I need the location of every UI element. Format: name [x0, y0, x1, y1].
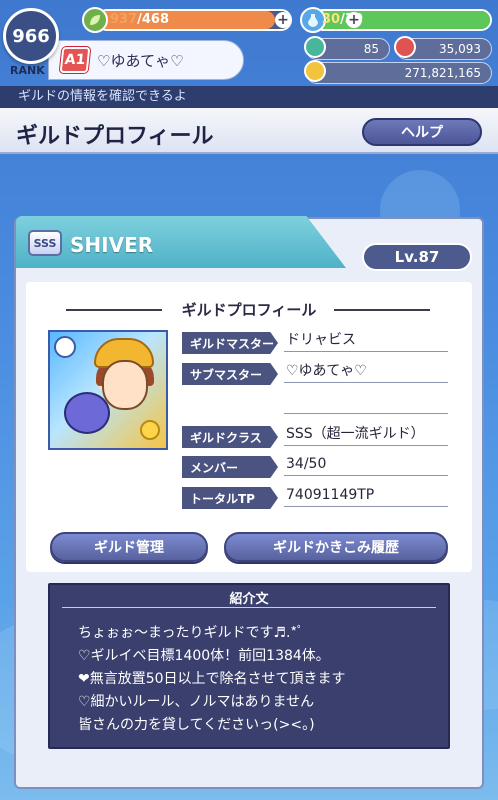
intro-line: 皆さんの力を貸してくださいっ(><。) — [78, 717, 315, 733]
guild-master-label: ギルドマスター — [182, 332, 278, 354]
intro-divider — [62, 607, 436, 608]
gem-icon — [304, 36, 326, 58]
intro-line: ちょぉぉ〜まったりギルドです♬.*ﾟ — [78, 625, 304, 641]
status-bar: A1 ♡ゆあてゃ♡ 966 RANK 937/468 + 30/30 + 85 … — [0, 0, 498, 86]
sub-master-label: サブマスター — [182, 363, 278, 385]
members-value: 34/50 — [284, 454, 448, 476]
intro-title: 紹介文 — [229, 592, 269, 607]
coin-count: 271,821,165 — [404, 66, 481, 80]
total-tp-value: 74091149TP — [284, 485, 448, 507]
notice-bar: ギルドの情報を確認できるよ — [0, 86, 498, 108]
player-name: ♡ゆあてゃ♡ — [97, 51, 184, 70]
intro-line: ♡ギルイベ目標1400体！前回1384体。 — [78, 648, 330, 664]
guild-avatar — [48, 330, 168, 450]
help-button[interactable]: ヘルプ — [362, 118, 482, 146]
guild-name: SHIVER — [70, 233, 154, 257]
guild-name-tab — [16, 216, 346, 268]
puyo-icon — [64, 392, 110, 434]
total-tp-label: トータルTP — [182, 487, 278, 509]
guild-class-badge: SSS — [28, 230, 62, 256]
rank-class-badge: A1 — [59, 47, 91, 73]
stamina-plus-button[interactable]: + — [275, 12, 291, 28]
stamina-max: /468 — [137, 12, 170, 27]
rank-label: RANK — [10, 64, 45, 77]
members-label: メンバー — [182, 456, 278, 478]
rank-badge[interactable]: 966 — [3, 8, 59, 64]
section-title: ギルドプロフィール — [181, 301, 317, 319]
intro-line: ❤無言放置50日以上で除名させて頂きます — [78, 671, 346, 687]
ruby-icon — [394, 36, 416, 58]
guild-level: Lv.87 — [362, 243, 472, 271]
page-header: ギルドプロフィール ヘルプ — [0, 108, 498, 154]
energy-plus-button[interactable]: + — [346, 12, 362, 28]
leaf-icon — [82, 7, 108, 33]
coin-panel[interactable]: 271,821,165 — [306, 62, 492, 84]
stamina-count: 937/468 — [110, 12, 169, 27]
player-name-pill[interactable]: A1 ♡ゆあてゃ♡ — [48, 40, 244, 80]
rank-value: 966 — [12, 25, 50, 47]
stamina-current: 937 — [110, 12, 138, 27]
star-badge-icon — [54, 336, 76, 358]
coin-icon — [304, 60, 326, 82]
guild-manage-button[interactable]: ギルド管理 — [50, 532, 208, 562]
ruby-count: 35,093 — [439, 42, 481, 56]
guild-class-label: ギルドクラス — [182, 426, 278, 448]
coin-icon — [140, 420, 160, 440]
guild-master-value: ドリャビス — [284, 330, 448, 352]
guild-class-value: SSS（超一流ギルド） — [284, 424, 448, 446]
empty-row-line — [284, 413, 448, 414]
gem-count: 85 — [363, 42, 379, 56]
energy-current: 30 — [322, 12, 341, 27]
intro-line: ♡細かいルール、ノルマはありません — [78, 694, 315, 710]
guild-board-history-button[interactable]: ギルドかきこみ履歴 — [224, 532, 448, 562]
sub-master-value: ♡ゆあてゃ♡ — [284, 361, 448, 383]
page-title: ギルドプロフィール — [16, 124, 214, 149]
